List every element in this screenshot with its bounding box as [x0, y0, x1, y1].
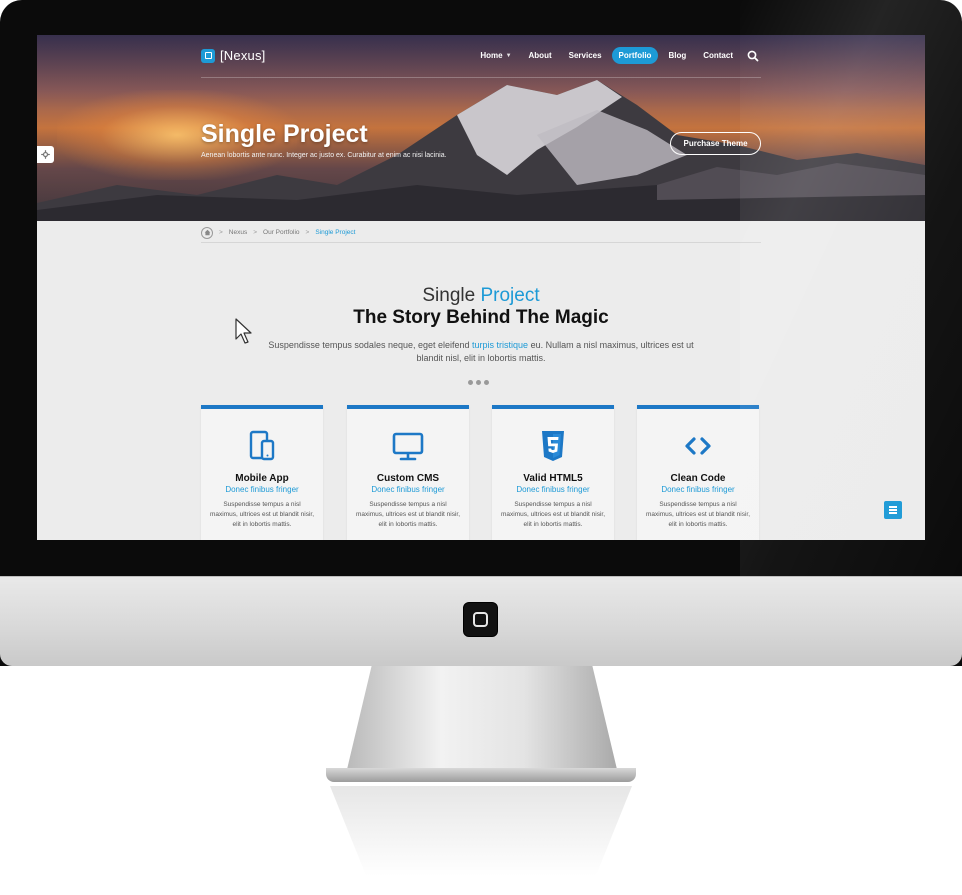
hero-subtitle: Aenean lobortis ante nunc. Integer ac ju… [201, 152, 447, 159]
page-title: Single Project [201, 120, 368, 148]
tablet-phone-icon [249, 430, 275, 461]
card-subtitle: Donec finibus fringer [516, 485, 590, 494]
card-text: Suspendisse tempus a nisl maximus, ultri… [500, 501, 606, 528]
feature-card-custom-cms[interactable]: Custom CMS Donec finibus fringer Suspend… [347, 405, 469, 540]
card-subtitle: Donec finibus fringer [225, 485, 299, 494]
breadcrumb-separator: > [305, 229, 310, 236]
gear-icon [41, 150, 50, 159]
logo-text: [Nexus] [220, 48, 266, 63]
breadcrumb-separator: > [253, 229, 258, 236]
nav-divider [201, 77, 761, 78]
html5-icon [542, 431, 564, 461]
logo-icon [201, 48, 215, 63]
hero-banner: [Nexus] Home ▼ About Services Portfolio … [37, 35, 925, 221]
feature-card-clean-code[interactable]: Clean Code Donec finibus fringer Suspend… [637, 405, 759, 540]
intro-title-plain: Single [422, 285, 476, 306]
code-icon [685, 437, 711, 455]
chevron-down-icon: ▼ [505, 52, 512, 59]
card-title: Valid HTML5 [523, 473, 583, 484]
home-button-glyph [473, 612, 488, 627]
nav-item-portfolio[interactable]: Portfolio [611, 47, 659, 64]
intro-text-start: Suspendisse tempus sodales neque, eget e… [268, 340, 473, 350]
floating-menu-button[interactable] [884, 501, 902, 519]
card-title: Mobile App [235, 473, 289, 484]
mouse-cursor-icon [235, 318, 252, 344]
monitor-screen: [Nexus] Home ▼ About Services Portfolio … [37, 35, 925, 540]
stand-reflection [330, 786, 632, 876]
intro-heading: The Story Behind The Magic [353, 307, 609, 328]
card-text: Suspendisse tempus a nisl maximus, ultri… [645, 501, 751, 528]
feature-card-valid-html5[interactable]: Valid HTML5 Donec finibus fringer Suspen… [492, 405, 614, 540]
section-divider-dots [468, 380, 489, 385]
top-navigation: [Nexus] Home ▼ About Services Portfolio … [201, 45, 761, 77]
purchase-theme-button[interactable]: Purchase Theme [670, 132, 761, 155]
divider-dot [468, 380, 473, 385]
hamburger-icon [889, 506, 897, 508]
site-logo[interactable]: [Nexus] [201, 48, 265, 63]
divider-dot [476, 380, 481, 385]
settings-panel-toggle[interactable] [37, 146, 54, 163]
card-subtitle: Donec finibus fringer [661, 485, 735, 494]
intro-title-accent: Project [480, 285, 540, 306]
nav-menu: Home ▼ About Services Portfolio Blog Con… [473, 47, 761, 64]
nav-item-label: Home [480, 51, 503, 60]
breadcrumb-link-nexus[interactable]: Nexus [229, 229, 247, 236]
home-icon [204, 229, 210, 236]
monitor-stand [344, 666, 620, 782]
nav-item-blog[interactable]: Blog [661, 47, 693, 64]
breadcrumb-current: Single Project [315, 229, 356, 236]
search-icon[interactable] [745, 48, 761, 64]
nav-item-about[interactable]: About [522, 47, 559, 64]
feature-card-mobile-app[interactable]: Mobile App Donec finibus fringer Suspend… [201, 405, 323, 540]
monitor-icon [392, 432, 424, 461]
monitor-stand-base [326, 768, 636, 782]
card-text: Suspendisse tempus a nisl maximus, ultri… [355, 501, 461, 528]
intro-title: Single Project [37, 285, 925, 307]
monitor-home-button [463, 602, 498, 637]
breadcrumb-link-portfolio[interactable]: Our Portfolio [263, 229, 300, 236]
card-subtitle: Donec finibus fringer [371, 485, 445, 494]
hamburger-icon-bar [889, 512, 897, 514]
card-title: Clean Code [670, 473, 726, 484]
breadcrumb-separator: > [219, 229, 223, 236]
card-title: Custom CMS [376, 473, 440, 484]
hamburger-icon-bar [889, 509, 897, 511]
breadcrumb-home[interactable] [201, 226, 213, 239]
nav-item-services[interactable]: Services [562, 47, 609, 64]
intro-text: Suspendisse tempus sodales neque, eget e… [257, 339, 705, 365]
nav-item-contact[interactable]: Contact [696, 47, 740, 64]
card-text: Suspendisse tempus a nisl maximus, ultri… [209, 501, 315, 528]
intro-text-link[interactable]: turpis tristique [472, 340, 528, 350]
breadcrumb: > Nexus > Our Portfolio > Single Project [201, 226, 761, 243]
divider-dot [484, 380, 489, 385]
nav-item-home[interactable]: Home ▼ [473, 47, 518, 64]
